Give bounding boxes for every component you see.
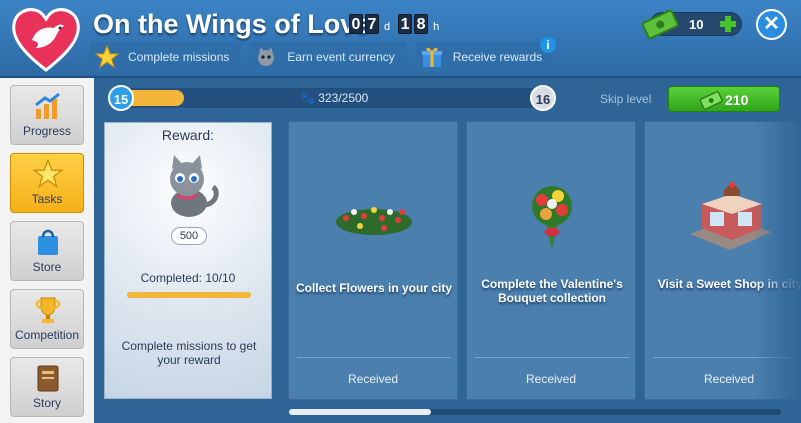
cash-value: 10 — [689, 17, 704, 32]
divider — [475, 357, 629, 358]
sidebar-item-label: Competition — [14, 328, 80, 342]
sidebar-item-competition[interactable]: Competition — [10, 289, 84, 349]
reward-amount-badge: 500 — [171, 227, 207, 245]
main-panel: 15 🐾 323/2500 16 Skip level 210 Reward: — [94, 78, 801, 423]
sidebar-item-label: Tasks — [31, 192, 63, 206]
kitten-token-icon — [253, 44, 279, 70]
cash-balance: 10 — [641, 9, 742, 40]
event-steps: Complete missions Earn event currency Re… — [90, 42, 555, 72]
bouquet-icon — [502, 182, 602, 252]
sidebar-item-label: Progress — [22, 124, 72, 138]
event-window: On the Wings of Love 0 7 d 1 8 h Complet… — [0, 0, 801, 423]
chart-arrow-icon — [11, 89, 85, 121]
mission-card[interactable]: Collect Flowers in your city Received — [288, 121, 458, 400]
sidebar-item-progress[interactable]: Progress — [10, 85, 84, 145]
mission-status: Received — [347, 372, 399, 386]
step-label: Complete missions — [128, 50, 230, 64]
step-label: Earn event currency — [287, 50, 395, 64]
add-cash-icon[interactable] — [719, 15, 737, 33]
sidebar-item-label: Story — [32, 396, 61, 410]
level-progress-bar: 15 🐾 323/2500 16 — [108, 85, 556, 111]
event-title: On the Wings of Love — [93, 9, 371, 39]
step-complete-missions[interactable]: Complete missions — [90, 42, 242, 72]
header: On the Wings of Love 0 7 d 1 8 h Complet… — [0, 0, 801, 78]
book-icon — [11, 361, 85, 393]
skip-level-button[interactable]: 210 — [668, 86, 780, 112]
scroll-fade-overlay — [754, 121, 801, 400]
missions-completed-bar — [127, 292, 251, 298]
countdown-timer: 0 7 d 1 8 h — [349, 14, 445, 34]
trophy-icon — [11, 293, 85, 325]
missions-completed-fill — [127, 292, 251, 298]
reward-title: Reward: — [161, 127, 215, 143]
sidebar-item-tasks[interactable]: Tasks — [10, 153, 84, 213]
kitten-token-icon: 🐾 — [300, 91, 315, 105]
timer-digit: 7 — [365, 14, 379, 34]
reward-description: Complete missions to get your reward — [121, 339, 257, 367]
step-earn-currency[interactable]: Earn event currency — [249, 42, 407, 72]
divider — [297, 357, 451, 358]
step-label: Receive rewards — [452, 50, 543, 64]
sidebar-item-label: Store — [32, 260, 62, 274]
timer-unit: d — [384, 21, 391, 33]
sidebar-item-store[interactable]: Store — [10, 221, 84, 281]
next-level-badge: 16 — [530, 85, 556, 111]
horizontal-scrollbar[interactable] — [289, 409, 781, 415]
current-level-badge: 15 — [108, 85, 134, 111]
skip-level-label: Skip level — [600, 92, 652, 106]
scrollbar-thumb[interactable] — [289, 409, 431, 415]
mission-status: Received — [525, 372, 577, 386]
sidebar: Progress Tasks Store Competition Story — [0, 78, 94, 423]
timer-digit: 8 — [414, 14, 429, 34]
mission-title: Collect Flowers in your city — [295, 281, 453, 295]
mission-card[interactable]: Complete the Valentine's Bouquet collect… — [466, 121, 636, 400]
level-progress-value: 323/2500 — [318, 91, 369, 105]
close-button[interactable]: ✕ — [756, 9, 787, 40]
cash-bill-icon — [641, 7, 679, 46]
mission-title: Complete the Valentine's Bouquet collect… — [481, 277, 623, 305]
flowerbed-icon — [324, 182, 424, 252]
info-icon[interactable]: i — [540, 37, 556, 53]
sidebar-item-story[interactable]: Story — [10, 357, 84, 417]
shopping-bag-icon — [11, 225, 85, 257]
missions-completed-text: Completed: 10/10 — [140, 271, 236, 285]
skip-level-cost: 210 — [725, 92, 749, 108]
level-progress-text: 🐾 323/2500 — [300, 91, 368, 105]
timer-unit: h — [433, 21, 440, 33]
timer-digit: 1 — [398, 14, 413, 34]
dove-heart-logo-icon — [10, 6, 82, 74]
gift-icon — [419, 44, 445, 70]
kitten-reward-icon — [147, 151, 231, 228]
step-receive-rewards[interactable]: Receive rewards — [414, 42, 555, 72]
cash-bill-icon — [699, 89, 723, 114]
reward-card: Reward: 500 Completed: 10/10 Complete mi… — [104, 122, 272, 399]
timer-digit: 0 — [349, 14, 363, 34]
star-icon — [11, 157, 85, 189]
star-icon — [94, 44, 120, 70]
